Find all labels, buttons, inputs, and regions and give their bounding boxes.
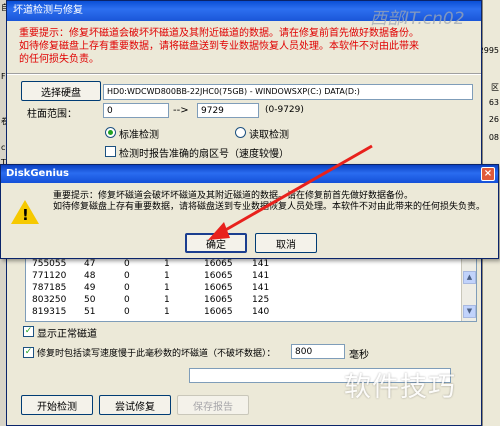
watermark-top: 西部IT.cn02 [370, 9, 465, 29]
cylinder-to-input[interactable]: 9729 [197, 103, 259, 118]
background-text: 26 [488, 115, 499, 124]
warning-icon-mark: ! [22, 206, 29, 224]
background-text: 63 [488, 98, 499, 107]
divider [7, 73, 481, 75]
report-sector-label: 检测时报告准确的扇区号（速度较慢） [119, 149, 289, 160]
scan-results-table: 755055 47 0 1 16065 141 771120 48 0 1 16065 141 78… [25, 256, 477, 322]
cylinder-range-label: 柱面范围： [27, 109, 77, 120]
standard-check-radio[interactable] [105, 127, 116, 138]
close-icon[interactable]: × [481, 167, 495, 181]
confirm-dialog-title: DiskGenius × [1, 165, 498, 183]
table-scrollbar[interactable]: ▲ ▼ [461, 257, 476, 321]
background-text: 区 [491, 83, 499, 92]
message-line: 如待修复磁盘上存有重要数据，请将磁盘送到专业数据恢复人员处理。本软件不对由此带来… [53, 202, 486, 212]
range-arrow: --> [173, 105, 189, 116]
repair-slow-label: 修复时包括读写速度慢于此毫秒数的坏磁道（不破坏数据）： [37, 349, 276, 359]
message-line: 重要提示：修复坏磁道会破坏坏磁道及其附近磁道的数据。请在修复前首先做好数据备份。 [53, 191, 414, 201]
confirm-dialog-message: 重要提示：修复坏磁道会破坏坏磁道及其附近磁道的数据。请在修复前首先做好数据备份。… [53, 191, 493, 213]
scroll-down-arrow-icon[interactable]: ▼ [463, 305, 476, 318]
ok-button[interactable]: 确定 [185, 233, 247, 253]
warning-line: 如待修复磁盘上存有重要数据，请将磁盘送到专业数据恢复人员处理。本软件不对由此带来 [19, 41, 419, 52]
repair-ms-input[interactable]: 800 [291, 344, 345, 359]
cylinder-range-hint: (0-9729) [265, 105, 304, 115]
report-sector-checkbox[interactable] [105, 146, 116, 157]
cancel-button[interactable]: 取消 [255, 233, 317, 253]
watermark: 软件技巧 [344, 372, 456, 403]
warning-line: 的任何损失负责。 [19, 54, 99, 65]
start-check-button[interactable]: 开始检测 [21, 395, 93, 415]
standard-check-label: 标准检测 [119, 130, 159, 141]
show-normal-track-checkbox[interactable]: ✓ [23, 326, 34, 337]
select-disk-button[interactable]: 选择硬盘 [21, 81, 101, 101]
repair-ms-unit: 毫秒 [349, 350, 369, 361]
background-text: 08 [488, 133, 499, 142]
try-repair-button[interactable]: 尝试修复 [99, 395, 171, 415]
cylinder-from-input[interactable]: 0 [103, 103, 169, 118]
scroll-up-arrow-icon[interactable]: ▲ [463, 271, 476, 284]
repair-slow-checkbox[interactable]: ✓ [23, 347, 34, 358]
read-check-label: 读取检测 [249, 130, 289, 141]
disk-info-field: HD0:WDCWD800BB-22JHC0(75GB) - WINDOWSXP(… [103, 84, 473, 100]
read-check-radio[interactable] [235, 127, 246, 138]
confirm-dialog-title-text: DiskGenius [6, 168, 69, 179]
confirm-dialog: DiskGenius × ! 重要提示：修复坏磁道会破坏坏磁道及其附近磁道的数据… [0, 164, 499, 259]
show-normal-track-label: 显示正常磁道 [37, 329, 97, 340]
save-report-button[interactable]: 保存报告 [177, 395, 249, 415]
warning-text: 重要提示：修复坏磁道会破坏坏磁道及其附近磁道的数据。请在修复前首先做好数据备份。… [19, 27, 479, 66]
